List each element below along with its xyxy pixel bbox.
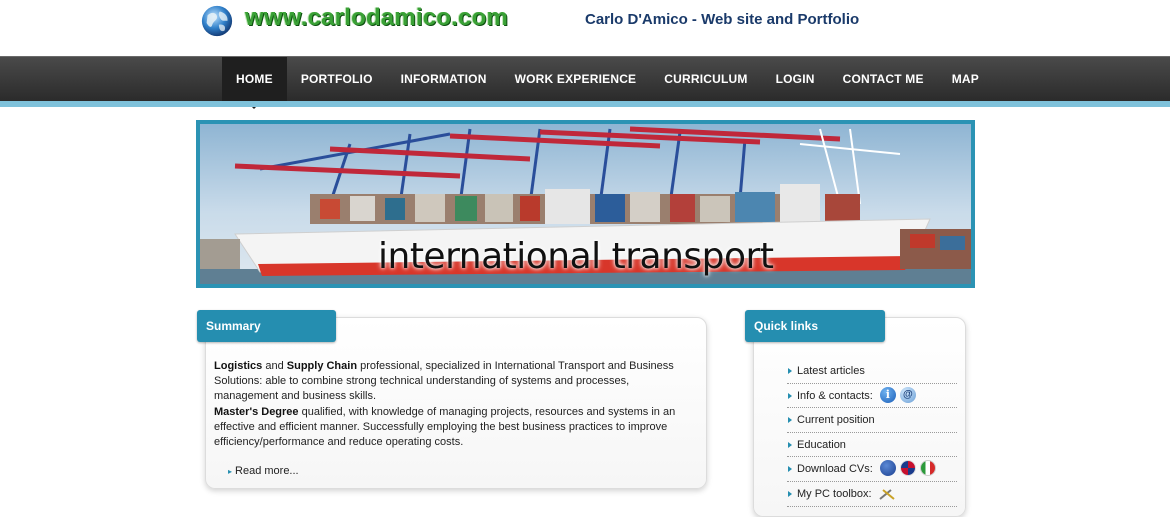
site-logo[interactable]: www.carlodamico.com [199,2,508,38]
nav-items: HOME PORTFOLIO INFORMATION WORK EXPERIEN… [222,57,993,109]
site-title: Carlo D'Amico - Web site and Portfolio [585,11,860,28]
nav-item-information[interactable]: INFORMATION [387,57,501,101]
nav-accent-stripe [0,101,1170,107]
summary-title: Summary [197,310,336,342]
quick-link-label: Latest articles [797,365,865,377]
quick-links-list: Latest articles Info & contacts: i @ Curr… [787,359,957,507]
uk-flag-icon[interactable] [899,460,916,477]
summary-bold-masters: Master's Degree [214,405,299,418]
quick-link-label: My PC toolbox: [797,487,872,500]
main-nav: HOME PORTFOLIO INFORMATION WORK EXPERIEN… [0,56,1170,109]
nav-item-portfolio[interactable]: PORTFOLIO [287,57,387,101]
nav-item-curriculum[interactable]: CURRICULUM [650,57,761,101]
nav-item-contact-me[interactable]: CONTACT ME [829,57,938,101]
quick-link-info-contacts: Info & contacts: i @ [787,384,957,409]
site-header: www.carlodamico.com Carlo D'Amico - Web … [0,0,1170,56]
banner-image: international transport [196,120,975,288]
globe-icon [201,5,233,37]
tools-icon [879,489,895,500]
summary-and: and [262,360,287,372]
summary-bold-supply-chain: Supply Chain [286,360,358,372]
nav-item-home[interactable]: HOME [222,57,287,109]
summary-text: Logistics and Supply Chain professional,… [214,359,694,450]
quick-link-pc-toolbox[interactable]: My PC toolbox: [787,482,957,507]
quick-link-current-position[interactable]: Current position [787,408,957,433]
read-more-label: Read more... [235,465,299,477]
quick-link-label: Education [797,438,846,451]
nav-item-work-experience[interactable]: WORK EXPERIENCE [501,57,651,101]
italy-flag-icon[interactable] [919,460,936,477]
summary-bold-logistics: Logistics [214,360,263,372]
eu-flag-icon[interactable] [879,460,896,477]
nav-item-map[interactable]: MAP [938,57,993,101]
quick-link-label: Info & contacts: [797,389,873,402]
banner-caption: international transport [378,236,774,277]
quick-link-label: Download CVs: [797,463,873,476]
quick-link-latest-articles[interactable]: Latest articles [787,359,957,384]
logo-text: www.carlodamico.com [245,4,508,31]
email-at-icon[interactable]: @ [899,386,916,403]
quick-link-label: Current position [797,414,875,427]
quick-link-education[interactable]: Education [787,433,957,458]
read-more-link[interactable]: ▸ Read more... [228,465,299,477]
info-icon[interactable]: i [879,386,896,403]
quick-link-download-cvs: Download CVs: [787,457,957,482]
nav-item-login[interactable]: LOGIN [762,57,829,101]
chevron-right-icon: ▸ [228,467,233,476]
quick-links-title: Quick links [745,310,885,342]
